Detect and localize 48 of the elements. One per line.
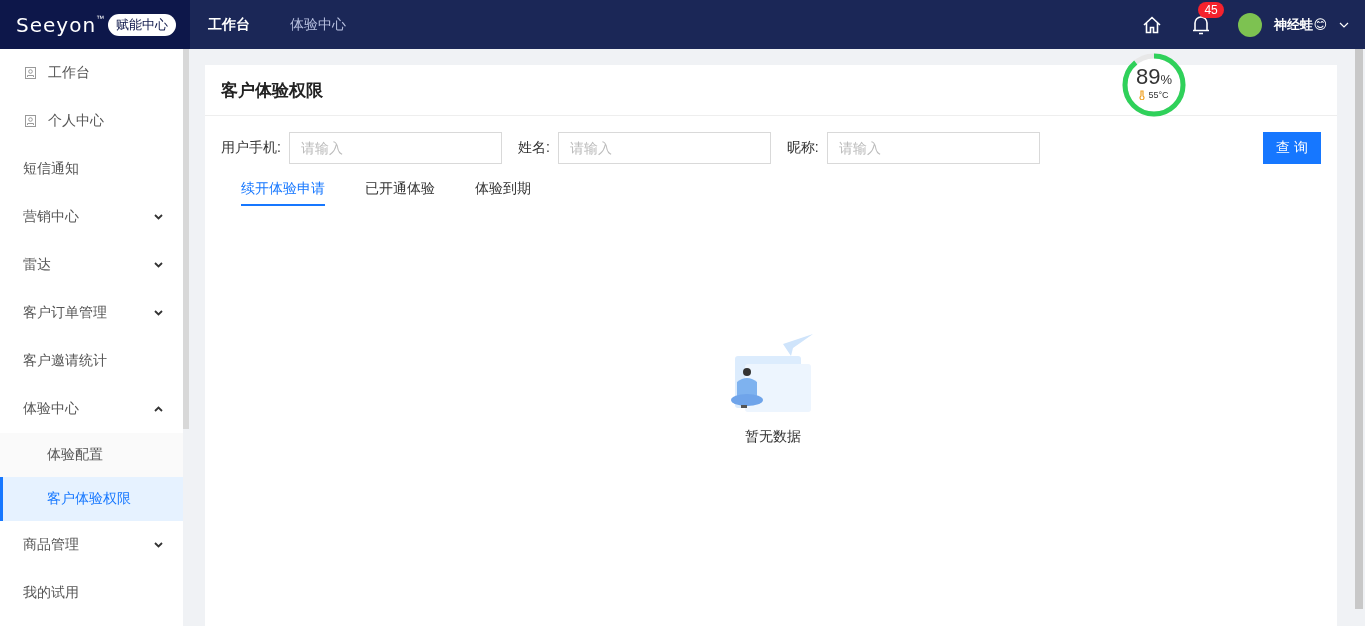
sidebar-scrollbar[interactable]: [183, 49, 189, 429]
input-field[interactable]: 请输入: [826, 132, 1040, 164]
logo-text: Seeyon: [16, 12, 97, 37]
sidebar-item[interactable]: 商品管理: [0, 521, 183, 569]
sidebar-item[interactable]: 我的试用: [0, 569, 183, 617]
sidebar-item[interactable]: 营销中心: [0, 193, 183, 241]
chevron-down-icon: [154, 262, 163, 268]
chevron-down-icon[interactable]: [1339, 21, 1349, 28]
sidebar-item[interactable]: 客户邀请统计: [0, 337, 183, 385]
trademark: ™: [96, 14, 105, 23]
field-label: 姓名:: [517, 139, 550, 157]
search-button[interactable]: 查 询: [1263, 132, 1321, 164]
contact-card-icon: [25, 115, 36, 127]
sidebar-item[interactable]: 客户体验权限: [0, 477, 183, 521]
sidebar-item[interactable]: 客户订单管理: [0, 289, 183, 337]
nav-link[interactable]: 体验中心: [290, 15, 346, 34]
input-field[interactable]: 请输入: [288, 132, 502, 164]
gauge-unit: %: [1160, 72, 1172, 87]
home-icon[interactable]: [1142, 14, 1163, 35]
sidebar-item[interactable]: 工作台: [0, 49, 183, 97]
tab[interactable]: 续开体验申请: [241, 180, 325, 206]
input-field[interactable]: 请输入: [557, 132, 771, 164]
chevron-down-icon: [154, 214, 163, 220]
avatar-icon[interactable]: [1238, 12, 1263, 37]
notification-badge: 45: [1198, 1, 1224, 18]
page-scrollbar[interactable]: [1355, 49, 1363, 609]
tab[interactable]: 已开通体验: [365, 180, 435, 206]
bell-icon[interactable]: [1192, 14, 1211, 35]
contact-card-icon: [25, 67, 36, 79]
field-label: 用户手机:: [221, 139, 281, 157]
sidebar-item[interactable]: 雷达: [0, 241, 183, 289]
field-label: 昵称:: [786, 139, 819, 157]
temperature-text: 55°C: [1148, 90, 1169, 100]
sidebar-item[interactable]: 体验配置: [0, 433, 183, 477]
page-title: 客户体验权限: [221, 79, 323, 102]
tab[interactable]: 体验到期: [475, 180, 531, 206]
sidebar-item[interactable]: 体验中心: [0, 385, 183, 433]
chevron-down-icon: [154, 542, 163, 548]
chevron-down-icon: [154, 310, 163, 316]
sidebar-item[interactable]: 短信通知: [0, 145, 183, 193]
center-badge: 赋能中心: [108, 13, 177, 36]
thermometer-icon: [1139, 90, 1146, 100]
sidebar-item[interactable]: 个人中心: [0, 97, 183, 145]
empty-message: 暂无数据: [745, 428, 801, 446]
gauge-value: 89: [1135, 64, 1161, 89]
nav-link[interactable]: 工作台: [208, 15, 250, 34]
chevron-up-icon: [154, 406, 163, 412]
user-name[interactable]: 神经蛙😊: [1274, 15, 1327, 34]
